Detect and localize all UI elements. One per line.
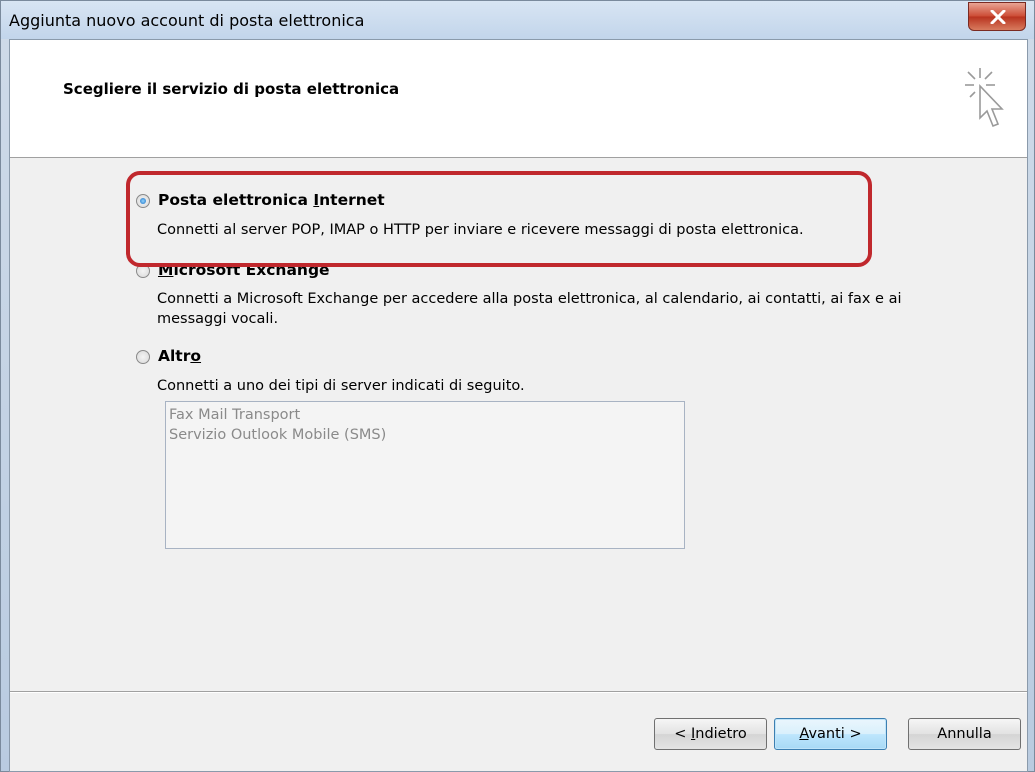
window-title: Aggiunta nuovo account di posta elettron…: [9, 11, 365, 30]
radio-other[interactable]: [136, 350, 150, 364]
option-microsoft-exchange-description-line1: Connetti a Microsoft Exchange per accede…: [157, 291, 902, 307]
option-microsoft-exchange-description-line2: messaggi vocali.: [157, 311, 279, 327]
server-type-listbox[interactable]: Fax Mail Transport Servizio Outlook Mobi…: [165, 401, 685, 549]
list-item[interactable]: Servizio Outlook Mobile (SMS): [169, 425, 681, 445]
dialog-client-area: Scegliere il servizio di posta elettroni…: [9, 39, 1028, 772]
cursor-click-icon: [965, 68, 1004, 128]
option-other-label: Altro: [158, 347, 202, 365]
dialog-window: Aggiunta nuovo account di posta elettron…: [0, 0, 1035, 772]
list-item[interactable]: Fax Mail Transport: [169, 405, 681, 425]
close-icon: [990, 10, 1006, 24]
cancel-button[interactable]: Annulla: [908, 718, 1021, 750]
option-other-description: Connetti a uno dei tipi di server indica…: [157, 378, 525, 394]
page-title: Scegliere il servizio di posta elettroni…: [63, 80, 400, 98]
wizard-header: Scegliere il servizio di posta elettroni…: [10, 40, 1027, 158]
footer-divider: [10, 691, 1027, 693]
title-bar[interactable]: Aggiunta nuovo account di posta elettron…: [1, 1, 1034, 39]
back-button[interactable]: < Indietro: [654, 718, 767, 750]
next-button[interactable]: Avanti >: [774, 718, 887, 750]
highlight-box: [126, 171, 872, 267]
close-button[interactable]: [968, 2, 1026, 31]
